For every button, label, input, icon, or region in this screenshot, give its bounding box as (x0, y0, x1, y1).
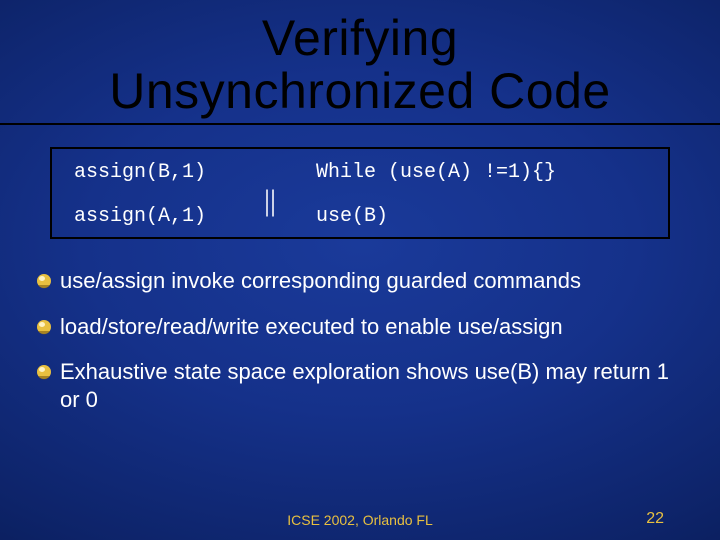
code-box: assign(B,1) assign(A,1) || While (use(A)… (50, 147, 670, 239)
list-item: load/store/read/write executed to enable… (36, 313, 680, 341)
bullet-icon (36, 273, 52, 289)
bullet-icon (36, 319, 52, 335)
bullet-text: load/store/read/write executed to enable… (60, 313, 563, 341)
code-assign-b: assign(B,1) (74, 161, 206, 184)
code-while: While (use(A) !=1){} (316, 161, 556, 184)
footer-venue: ICSE 2002, Orlando FL (0, 512, 720, 528)
code-assign-a: assign(A,1) (74, 205, 206, 228)
title-line-1: Verifying (262, 10, 458, 66)
bullet-text: use/assign invoke corresponding guarded … (60, 267, 581, 295)
slide: Verifying Unsynchronized Code assign(B,1… (0, 0, 720, 540)
bullet-icon (36, 364, 52, 380)
page-number: 22 (646, 510, 664, 528)
parallel-bar-icon: || (264, 184, 276, 218)
code-use-b: use(B) (316, 205, 388, 228)
slide-title: Verifying Unsynchronized Code (0, 0, 720, 117)
bullet-text: Exhaustive state space exploration shows… (60, 358, 680, 413)
title-line-2: Unsynchronized Code (109, 63, 610, 119)
title-divider (0, 123, 720, 125)
bullet-list: use/assign invoke corresponding guarded … (36, 267, 680, 413)
list-item: Exhaustive state space exploration shows… (36, 358, 680, 413)
list-item: use/assign invoke corresponding guarded … (36, 267, 680, 295)
